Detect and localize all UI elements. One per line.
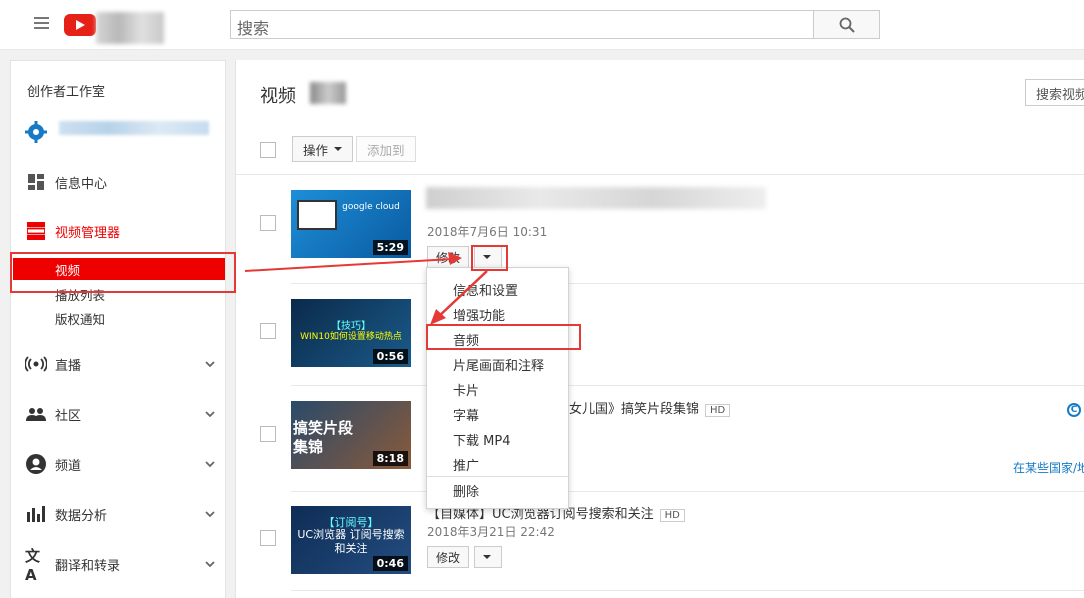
annotation-arrows xyxy=(244,252,488,325)
